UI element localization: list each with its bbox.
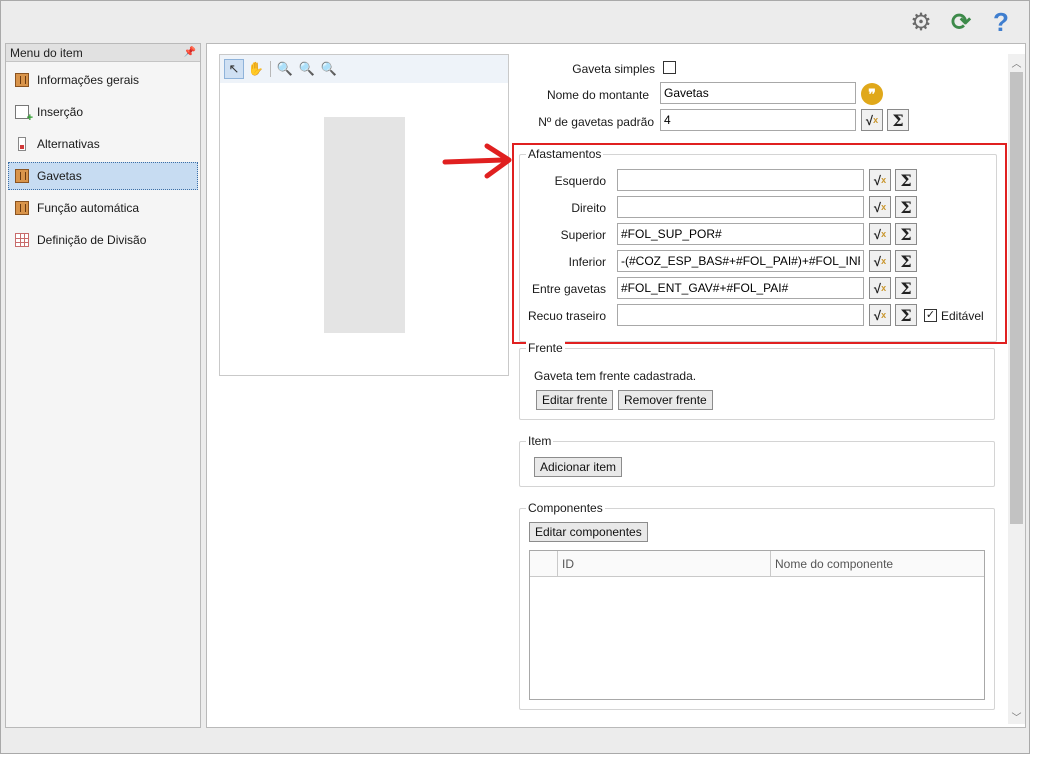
num-gavetas-label: Nº de gavetas padrão (538, 115, 654, 129)
inferior-label: Inferior (568, 255, 606, 269)
top-toolbar: ⚙ ⟳ ? (907, 7, 1015, 37)
item-title: Item (526, 434, 554, 448)
table-header: ID Nome do componente (530, 551, 984, 577)
red-arrow-annotation (442, 143, 512, 179)
nome-montante-input[interactable] (660, 82, 856, 104)
drawer-preview-shape (324, 117, 405, 333)
esquerdo-input[interactable] (617, 169, 864, 191)
settings-icon[interactable]: ⚙ (907, 8, 935, 36)
superior-formula-icon[interactable]: √ x (869, 223, 891, 245)
zoom-out-icon[interactable]: 🔍 (297, 59, 317, 79)
column-header-id[interactable]: ID (558, 551, 771, 576)
editavel-label: Editável (941, 309, 984, 323)
sidebar-item-label: Função automática (37, 201, 140, 215)
esquerdo-label: Esquerdo (554, 174, 606, 188)
sidebar-item-informacoes-gerais[interactable]: Informações gerais (8, 66, 198, 94)
scroll-down-icon[interactable]: ﹀ (1008, 708, 1025, 724)
alternatives-icon (18, 137, 26, 151)
esquerdo-sigma-icon[interactable]: Σ (895, 169, 917, 191)
superior-sigma-icon[interactable]: Σ (895, 223, 917, 245)
app-window: ⚙ ⟳ ? Menu do item 📌 Informações gerais … (0, 0, 1030, 754)
sidebar-item-label: Alternativas (37, 137, 100, 151)
sidebar-item-definicao-divisao[interactable]: Definição de Divisão (8, 226, 198, 254)
content-panel: ↖ ✋ 🔍 🔍 🔍 Gaveta simples Nome do montant… (206, 43, 1026, 728)
item-menu-panel: Menu do item 📌 Informações gerais Inserç… (5, 43, 201, 728)
refresh-icon[interactable]: ⟳ (947, 8, 975, 36)
inferior-sigma-icon[interactable]: Σ (895, 250, 917, 272)
direito-input[interactable] (617, 196, 864, 218)
preview-toolbar: ↖ ✋ 🔍 🔍 🔍 (220, 55, 508, 83)
sidebar-item-alternativas[interactable]: Alternativas (8, 130, 198, 158)
select-cursor-icon[interactable]: ↖ (224, 59, 244, 79)
nome-montante-label: Nome do montante (546, 88, 649, 102)
componentes-table[interactable]: ID Nome do componente (529, 550, 985, 700)
editar-componentes-button[interactable]: Editar componentes (529, 522, 648, 542)
recuo-sigma-icon[interactable]: Σ (895, 304, 917, 326)
row-selector-header (530, 551, 558, 576)
frente-message: Gaveta tem frente cadastrada. (534, 369, 697, 383)
sidebar-item-gavetas[interactable]: Gavetas (8, 162, 198, 190)
num-gavetas-input[interactable] (660, 109, 856, 131)
sidebar-item-label: Inserção (37, 105, 84, 119)
superior-input[interactable] (617, 223, 864, 245)
editar-frente-button[interactable]: Editar frente (536, 390, 614, 410)
inferior-formula-icon[interactable]: √ x (869, 250, 891, 272)
content-scrollbar[interactable]: ︿ ﹀ (1008, 54, 1025, 724)
help-icon[interactable]: ? (987, 7, 1015, 37)
esquerdo-formula-icon[interactable]: √ x (869, 169, 891, 191)
item-menu-header: Menu do item 📌 (6, 44, 200, 62)
scroll-thumb[interactable] (1010, 72, 1023, 524)
translate-quote-icon[interactable]: ❞ (861, 83, 883, 105)
item-menu-title: Menu do item (10, 45, 83, 60)
grid-icon (15, 233, 29, 247)
entre-gavetas-formula-icon[interactable]: √ x (869, 277, 891, 299)
formula-sqrt-icon[interactable]: √ x (861, 109, 883, 131)
gaveta-simples-checkbox[interactable] (663, 61, 676, 74)
pin-icon[interactable]: 📌 (184, 47, 196, 58)
sidebar-item-label: Definição de Divisão (37, 233, 147, 247)
insert-icon (15, 105, 33, 124)
cabinet-icon (15, 73, 29, 87)
direito-label: Direito (571, 201, 606, 215)
recuo-formula-icon[interactable]: √ x (869, 304, 891, 326)
column-header-nome[interactable]: Nome do componente (771, 551, 984, 576)
pan-hand-icon[interactable]: ✋ (246, 59, 266, 79)
sidebar-item-label: Informações gerais (37, 73, 140, 87)
zoom-fit-icon[interactable]: 🔍 (319, 59, 339, 79)
toolbar-separator (270, 61, 271, 77)
sidebar-item-funcao-automatica[interactable]: Função automática (8, 194, 198, 222)
direito-sigma-icon[interactable]: Σ (895, 196, 917, 218)
sidebar-item-label: Gavetas (37, 169, 82, 183)
drawer-preview: ↖ ✋ 🔍 🔍 🔍 (219, 54, 509, 376)
frente-title: Frente (526, 341, 565, 355)
sigma-icon[interactable]: Σ (887, 109, 909, 131)
remover-frente-button[interactable]: Remover frente (618, 390, 713, 410)
recuo-traseiro-input[interactable] (617, 304, 864, 326)
componentes-title: Componentes (526, 501, 605, 515)
sidebar-item-insercao[interactable]: Inserção (8, 98, 198, 126)
direito-formula-icon[interactable]: √ x (869, 196, 891, 218)
entre-gavetas-input[interactable] (617, 277, 864, 299)
entre-gavetas-sigma-icon[interactable]: Σ (895, 277, 917, 299)
zoom-in-icon[interactable]: 🔍 (275, 59, 295, 79)
drawer-icon (15, 169, 29, 183)
entre-gavetas-label: Entre gavetas (531, 282, 606, 296)
adicionar-item-button[interactable]: Adicionar item (534, 457, 623, 477)
gaveta-simples-label: Gaveta simples (572, 62, 655, 76)
scroll-up-icon[interactable]: ︿ (1008, 54, 1025, 70)
superior-label: Superior (560, 228, 606, 242)
inferior-input[interactable] (617, 250, 864, 272)
recuo-traseiro-label: Recuo traseiro (527, 309, 606, 323)
editavel-checkbox[interactable]: ✓ (924, 309, 937, 322)
automatic-function-icon (15, 201, 29, 215)
